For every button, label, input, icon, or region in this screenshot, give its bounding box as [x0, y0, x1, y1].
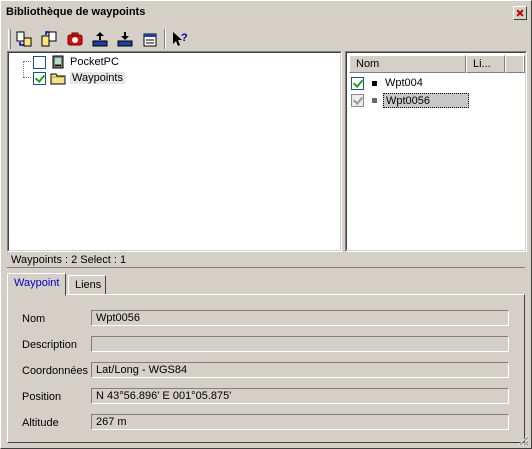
export-icon — [41, 31, 57, 47]
tree-item-label: PocketPC — [70, 56, 119, 68]
help-button[interactable]: ? — [169, 28, 191, 50]
folder-icon — [50, 73, 66, 85]
upload-button[interactable] — [89, 28, 111, 50]
coordinates-label: Coordonnées — [22, 365, 89, 377]
properties-button[interactable] — [139, 28, 161, 50]
list-header: Nom Li... — [349, 55, 525, 73]
import-button[interactable] — [13, 28, 35, 50]
delete-button[interactable] — [64, 28, 86, 50]
toolbar-grip[interactable] — [8, 29, 11, 49]
export-button[interactable] — [38, 28, 60, 50]
waypoint-square-icon — [372, 98, 377, 103]
waypoint-list-pane[interactable]: Nom Li... Wpt004 Wpt0056 — [345, 51, 527, 252]
tree-connector — [23, 61, 24, 77]
tree-pane[interactable]: PocketPC Waypoints — [7, 51, 342, 252]
tab-waypoint[interactable]: Waypoint — [7, 273, 66, 296]
description-label: Description — [22, 339, 78, 351]
tree-item-label: Waypoints — [70, 72, 125, 84]
tree-connector — [23, 77, 31, 78]
svg-text:?: ? — [181, 32, 188, 44]
tree-connector — [23, 61, 31, 62]
column-header-liens[interactable]: Li... — [466, 55, 505, 73]
toolbar-separator — [164, 29, 166, 49]
pocketpc-checkbox[interactable] — [33, 55, 46, 69]
waypoint-checkbox[interactable] — [351, 77, 364, 90]
position-label: Position — [22, 391, 62, 403]
waypoint-name: Wpt0056 — [383, 93, 469, 108]
column-header-filler — [505, 55, 525, 73]
name-field[interactable]: Wpt0056 — [91, 310, 509, 326]
pocketpc-icon — [52, 55, 64, 69]
download-button[interactable] — [114, 28, 136, 50]
detail-tabs: Waypoint Liens — [7, 273, 525, 296]
title-bar[interactable]: Bibliothèque de waypoints — [2, 2, 531, 23]
resize-grip-icon[interactable] — [517, 434, 529, 446]
waypoint-square-icon — [372, 81, 377, 86]
toolbar: ? — [5, 27, 525, 51]
status-bar: Waypoints : 2 Select : 1 — [7, 253, 525, 268]
download-icon — [117, 32, 133, 47]
list-item[interactable]: Wpt004 — [351, 75, 425, 92]
description-field[interactable] — [91, 336, 509, 352]
waypoint-checkbox[interactable] — [351, 94, 364, 107]
close-button[interactable] — [513, 6, 527, 20]
list-item[interactable]: Wpt0056 — [351, 92, 469, 109]
tab-liens[interactable]: Liens — [68, 275, 106, 295]
tree-item-waypoints[interactable]: Waypoints — [33, 70, 125, 86]
upload-icon — [92, 32, 108, 47]
tree-item-pocketpc[interactable]: PocketPC — [33, 54, 121, 70]
altitude-label: Altitude — [22, 417, 59, 429]
help-icon: ? — [173, 32, 188, 46]
window-title: Bibliothèque de waypoints — [6, 6, 146, 18]
coordinates-field[interactable]: Lat/Long - WGS84 — [91, 362, 509, 378]
delete-icon — [67, 32, 83, 46]
name-label: Nom — [22, 313, 46, 325]
column-header-nom[interactable]: Nom — [349, 55, 466, 73]
import-icon — [16, 31, 32, 47]
status-text: Waypoints : 2 Select : 1 — [11, 254, 127, 266]
waypoints-checkbox[interactable] — [33, 71, 46, 85]
waypoint-library-window: Bibliothèque de waypoints ? PocketPC Way… — [0, 0, 532, 449]
properties-icon — [143, 33, 157, 47]
waypoint-details-panel: Nom Wpt0056 Description Coordonnées Lat/… — [7, 294, 525, 443]
position-field[interactable]: N 43°56.896' E 001°05.875' — [91, 388, 509, 404]
waypoint-name: Wpt004 — [385, 77, 423, 89]
altitude-field[interactable]: 267 m — [91, 414, 509, 430]
